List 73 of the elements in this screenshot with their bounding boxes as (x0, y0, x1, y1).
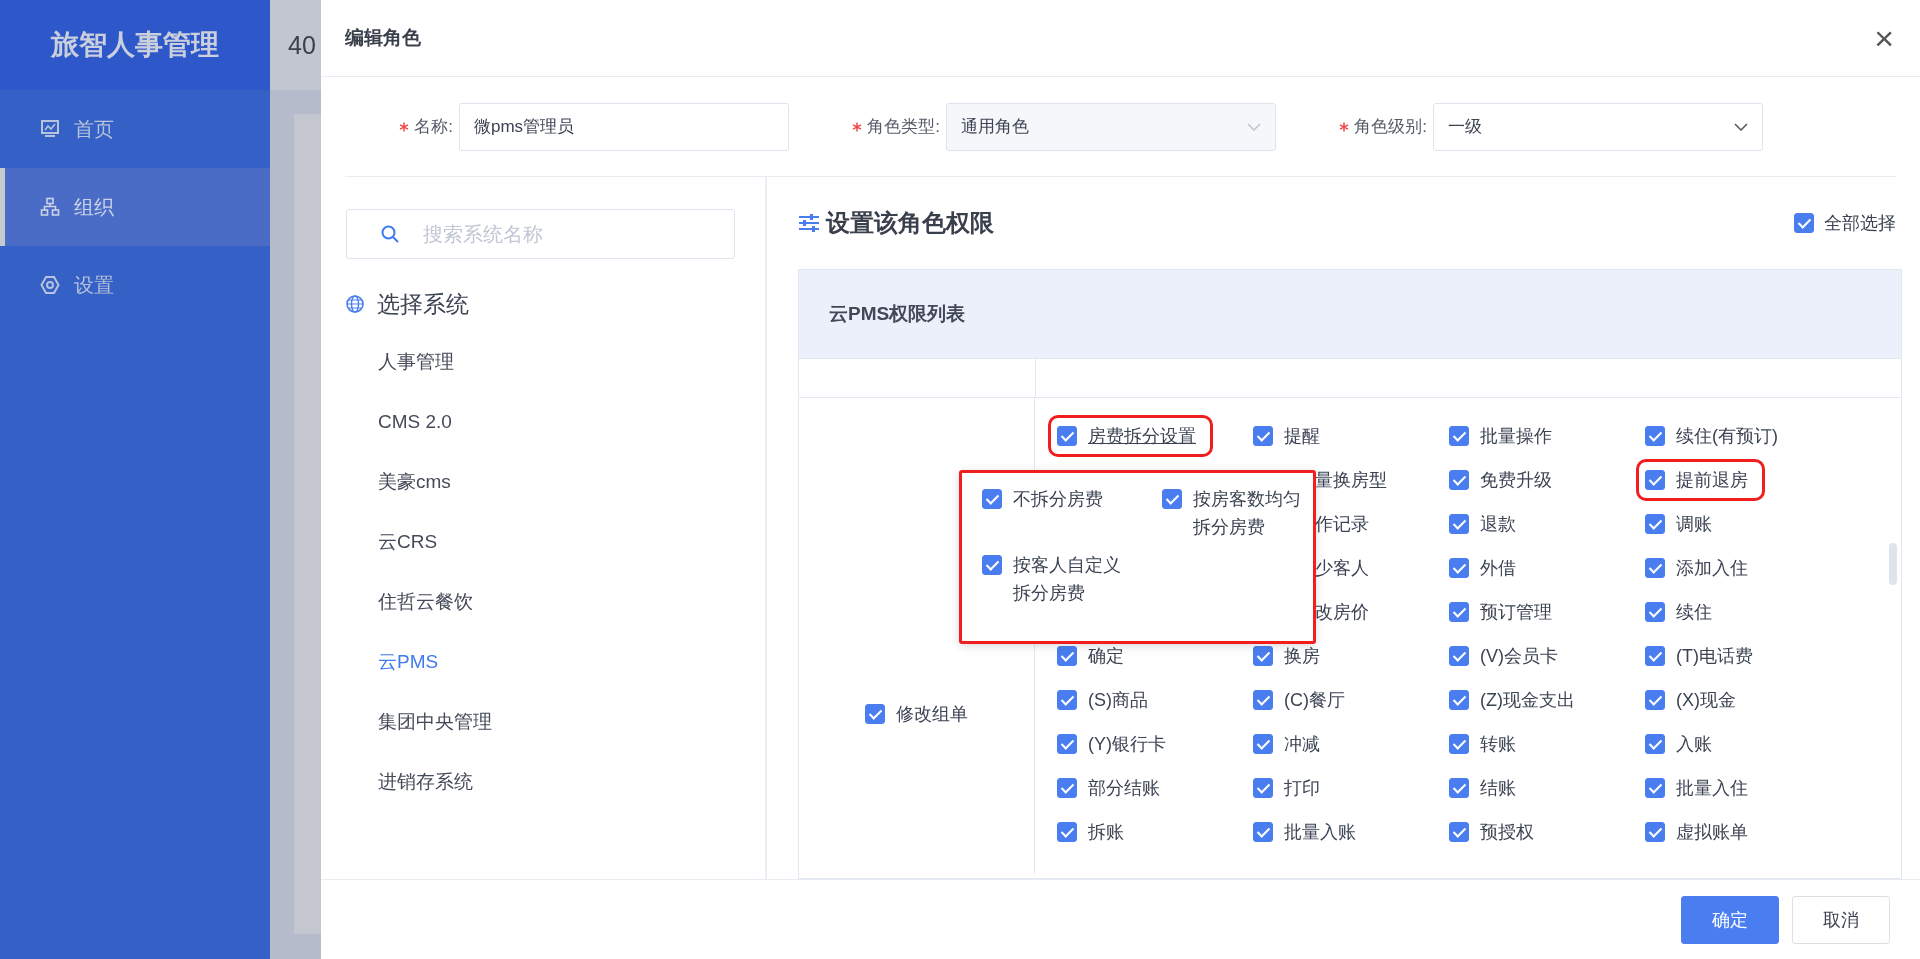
permission-checkbox[interactable]: (S)商品 (1057, 688, 1148, 712)
chevron-down-icon (1734, 122, 1748, 131)
cancel-button[interactable]: 取消 (1792, 895, 1890, 944)
permission-label: 量换房型 (1315, 469, 1387, 492)
select-field[interactable]: 一级 (1433, 102, 1763, 151)
scrollbar-thumb[interactable] (1889, 543, 1897, 585)
permission-checkbox[interactable]: 退款 (1449, 512, 1516, 536)
option-checkbox[interactable]: 按房客数均匀拆分房费 (1162, 485, 1312, 541)
globe-icon (345, 294, 365, 314)
page-header-text: 40 (288, 30, 316, 60)
system-list-item[interactable]: 云CRS (345, 512, 735, 572)
permission-checkbox[interactable]: 外借 (1449, 556, 1516, 580)
field-label: 名称: (414, 116, 453, 138)
permission-checkbox[interactable]: 添加入住 (1645, 556, 1748, 580)
dialog-title: 编辑角色 (345, 26, 421, 50)
permission-checkbox[interactable]: 转账 (1449, 732, 1516, 756)
system-list-item[interactable]: 集团中央管理 (345, 692, 735, 752)
confirm-button[interactable]: 确定 (1681, 895, 1779, 944)
search-icon (380, 224, 400, 244)
system-list-item[interactable]: 云PMS (345, 632, 735, 692)
monitor-icon (40, 119, 60, 139)
chevron-down-icon (1247, 122, 1261, 131)
section-title: 设置该角色权限 (826, 208, 994, 238)
sitemap-icon (40, 197, 60, 217)
system-list-item[interactable]: 住哲云餐饮 (345, 572, 735, 632)
system-list-item[interactable]: 进销存系统 (345, 752, 735, 812)
permission-checkbox[interactable]: 预订管理 (1449, 600, 1552, 624)
settings-icon (40, 275, 60, 295)
permission-checkbox[interactable]: 批量入账 (1253, 820, 1356, 844)
app-logo-text: 旅智人事管理 (0, 0, 270, 90)
field-label: 角色类型: (867, 116, 940, 138)
field-label: 角色级别: (1354, 116, 1427, 138)
system-list-item[interactable]: 美豪cms (345, 452, 735, 512)
permission-label: 作记录 (1315, 513, 1369, 536)
permission-checkbox[interactable]: 续住(有预订) (1645, 424, 1778, 448)
permission-checkbox[interactable]: 续住 (1645, 600, 1712, 624)
permission-checkbox[interactable]: 提醒 (1253, 424, 1320, 448)
permission-checkbox[interactable]: (X)现金 (1645, 688, 1736, 712)
close-button[interactable]: × (1870, 21, 1898, 55)
permission-checkbox[interactable]: 预授权 (1449, 820, 1534, 844)
permission-label: 少客人 (1315, 557, 1369, 580)
permission-checkbox[interactable]: 拆账 (1057, 820, 1124, 844)
permission-checkbox[interactable]: 虚拟账单 (1645, 820, 1748, 844)
permission-checkbox[interactable]: 提前退房 (1645, 468, 1756, 492)
option-checkbox[interactable]: 不拆分房费 (982, 485, 1150, 541)
permission-checkbox[interactable]: 换房 (1253, 644, 1320, 668)
option-checkbox[interactable]: 按客人自定义拆分房费 (982, 551, 1150, 607)
sliders-icon (798, 213, 820, 233)
permission-checkbox[interactable]: (T)电话费 (1645, 644, 1753, 668)
permission-label: 改房价 (1315, 601, 1369, 624)
permission-checkbox[interactable]: 房费拆分设置 (1057, 424, 1204, 448)
section-title: 选择系统 (377, 289, 469, 319)
permission-checkbox[interactable]: 免费升级 (1449, 468, 1552, 492)
permission-checkbox[interactable]: 批量操作 (1449, 424, 1552, 448)
permission-checkbox[interactable]: 入账 (1645, 732, 1712, 756)
permission-checkbox[interactable]: 确定 (1057, 644, 1124, 668)
permission-checkbox[interactable]: 调账 (1645, 512, 1712, 536)
permission-checkbox[interactable]: (C)餐厅 (1253, 688, 1345, 712)
system-list-item[interactable]: CMS 2.0 (345, 392, 735, 452)
permission-checkbox[interactable]: (Z)现金支出 (1449, 688, 1575, 712)
permission-checkbox[interactable]: 结账 (1449, 776, 1516, 800)
name-input-field[interactable]: 微pms管理员 (459, 102, 789, 151)
permission-checkbox[interactable]: (V)会员卡 (1449, 644, 1558, 668)
permission-checkbox[interactable]: 修改组单 (865, 702, 968, 726)
select-all-checkbox[interactable]: 全部选择 (1794, 211, 1896, 235)
search-field[interactable]: 搜索系统名称 (346, 209, 735, 259)
permission-checkbox[interactable]: 冲减 (1253, 732, 1320, 756)
system-list-item[interactable]: 人事管理 (345, 332, 735, 392)
permission-checkbox[interactable]: 打印 (1253, 776, 1320, 800)
permission-checkbox[interactable]: 批量入住 (1645, 776, 1748, 800)
permission-checkbox[interactable]: 部分结账 (1057, 776, 1160, 800)
permission-checkbox[interactable]: (Y)银行卡 (1057, 732, 1166, 756)
table-title: 云PMS权限列表 (829, 302, 966, 326)
